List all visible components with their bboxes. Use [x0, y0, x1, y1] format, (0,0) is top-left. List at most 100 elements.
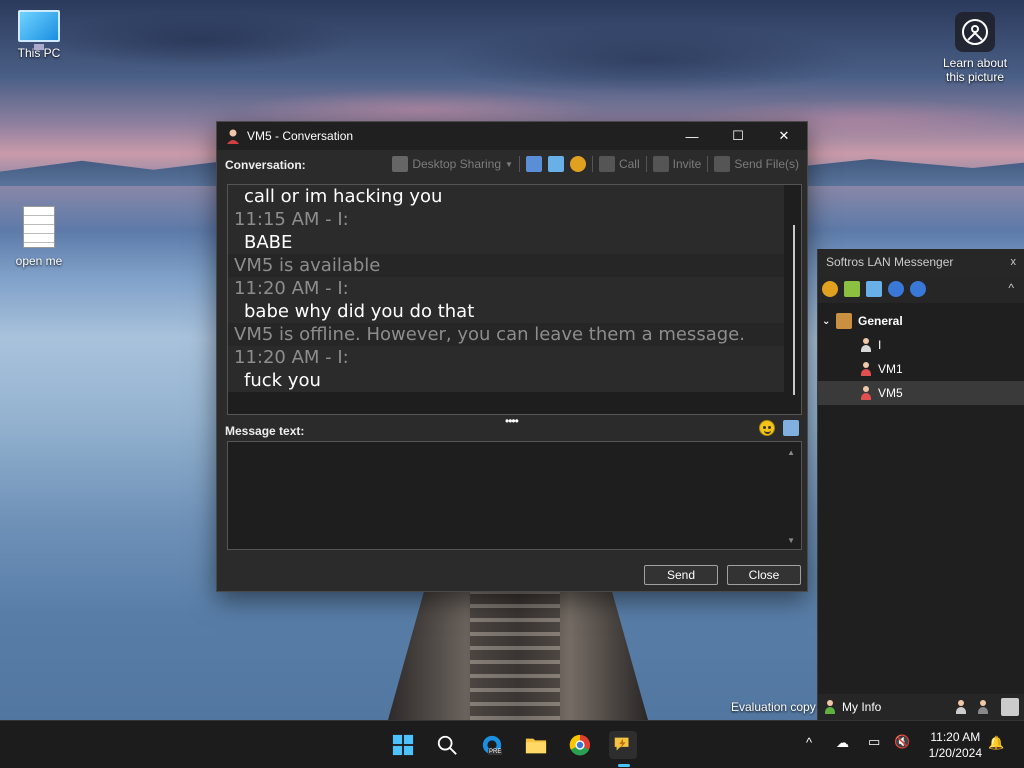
user-icon [860, 386, 872, 400]
messenger-lightning-icon [614, 737, 629, 751]
chevron-up-icon[interactable]: ^ [806, 735, 812, 750]
messenger-footer: My Info [818, 694, 1024, 720]
maximize-button[interactable]: ☐ [715, 122, 761, 150]
user-tree: ⌄ General I VM1 VM5 [818, 309, 1024, 405]
my-info-button[interactable]: My Info [842, 700, 881, 714]
emoji-icon[interactable] [759, 420, 775, 436]
group-label: General [858, 314, 903, 328]
settings-gear-icon[interactable] [822, 281, 838, 297]
invite-label: Invite [672, 157, 702, 171]
desktop-sharing-label: Desktop Sharing [412, 157, 502, 171]
search-button[interactable] [433, 731, 461, 759]
toolbar-separator [591, 156, 593, 172]
user-item-vm5[interactable]: VM5 [818, 381, 1024, 405]
wallpaper-pier-steps [470, 590, 560, 720]
active-app-indicator [618, 764, 630, 767]
status-away-icon[interactable] [977, 700, 989, 714]
settings-gear-icon[interactable] [569, 156, 586, 172]
onedrive-offline-icon[interactable]: ☁ [836, 735, 849, 751]
message-text-label: Message text: [225, 424, 305, 438]
window-title: VM5 - Conversation [247, 129, 354, 143]
chrome-icon [569, 734, 591, 756]
toolbar-separator [518, 156, 520, 172]
folder-icon [525, 738, 547, 754]
notification-bell-icon[interactable]: 🔔 [988, 735, 1004, 751]
learn-line-1: Learn about [942, 56, 1008, 70]
chevron-up-icon[interactable]: ^ [1008, 281, 1014, 295]
message-text: call or im hacking you [228, 185, 784, 208]
message-text: BABE [228, 231, 784, 254]
chevron-down-icon: ▼ [505, 159, 513, 169]
user-name: I [878, 338, 882, 352]
system-notice: VM5 is available [228, 254, 784, 277]
messenger-title: Softros LAN Messenger [826, 255, 954, 269]
learn-about-picture[interactable]: Learn about this picture [940, 12, 1010, 84]
clock-time: 11:20 AM [930, 730, 981, 744]
start-button[interactable] [389, 731, 417, 759]
call-button[interactable]: Call [598, 156, 640, 172]
status-online-icon[interactable] [955, 700, 967, 714]
message-text: fuck you [228, 369, 784, 392]
clock[interactable]: 11:20 AM 1/20/2024 [929, 729, 982, 761]
info-icon[interactable] [910, 281, 926, 297]
conversation-scrollbar[interactable] [793, 225, 795, 395]
pane-splitter[interactable]: •••• [505, 414, 519, 428]
messenger-close-button[interactable]: x [1011, 249, 1017, 275]
notes-icon[interactable] [866, 281, 882, 297]
help-icon[interactable] [888, 281, 904, 297]
monitor-icon [18, 10, 60, 50]
volume-muted-icon[interactable]: 🔇 [894, 734, 910, 750]
conversation-titlebar[interactable]: VM5 - Conversation — ☐ ✕ [217, 122, 807, 150]
call-label: Call [618, 157, 640, 171]
evaluation-copy-label: Evaluation copy [731, 700, 816, 714]
conversation-lines: call or im hacking you 11:15 AM - I: BABE V… [228, 185, 784, 392]
close-window-button[interactable]: ✕ [761, 122, 807, 150]
desktop-sharing-button[interactable]: Desktop Sharing ▼ [392, 156, 513, 172]
network-icon[interactable]: ▭ [868, 734, 880, 750]
system-notice: VM5 is offline. However, you can leave t… [228, 323, 784, 346]
conversation-label: Conversation: [225, 158, 306, 172]
send-files-button[interactable]: Send File(s) [714, 156, 799, 172]
user-item-vm1[interactable]: VM1 [818, 357, 1024, 381]
notes-icon[interactable] [547, 156, 564, 172]
edge-browser-button[interactable]: PRE [478, 731, 506, 759]
monitor-share-icon [392, 156, 409, 172]
minimize-button[interactable]: — [669, 122, 715, 150]
close-button[interactable]: Close [727, 565, 801, 585]
file-explorer-button[interactable] [522, 731, 550, 759]
desktop-icon-open-me[interactable]: open me [4, 206, 74, 268]
desktop-icon-label: open me [15, 254, 63, 268]
chevron-down-icon[interactable]: ⌄ [822, 316, 836, 327]
taskbar: PRE ^ ☁ ▭ 🔇 11:20 AM 1/20/2024 🔔 [0, 720, 1024, 768]
history-icon[interactable] [525, 156, 542, 172]
send-button[interactable]: Send [644, 565, 718, 585]
send-files-label: Send File(s) [734, 157, 799, 171]
camera-info-icon [955, 12, 995, 52]
message-header: 11:20 AM - I: [228, 277, 784, 300]
text-document-icon [23, 206, 55, 248]
invite-button[interactable]: Invite [652, 156, 702, 172]
message-input[interactable] [227, 441, 802, 550]
desktop-icon-this-pc[interactable]: This PC [4, 10, 74, 60]
video-camera-icon [598, 156, 615, 172]
group-general[interactable]: ⌄ General [818, 309, 1024, 333]
folder-icon[interactable] [844, 281, 860, 297]
invite-users-icon [652, 156, 669, 172]
messenger-titlebar[interactable]: Softros LAN Messenger x [818, 249, 1024, 275]
status-offline-icon[interactable] [1001, 698, 1019, 716]
softros-messenger-button[interactable] [609, 731, 637, 767]
conversation-history[interactable]: call or im hacking you 11:15 AM - I: BABE V… [227, 184, 802, 415]
search-icon [437, 735, 457, 755]
conversation-toolbar: Conversation: Desktop Sharing ▼ Call Inv… [217, 150, 807, 180]
messenger-panel: Softros LAN Messenger x ^ ⌄ General I VM1… [817, 249, 1024, 720]
user-icon [860, 338, 872, 352]
message-header: 11:20 AM - I: [228, 346, 784, 369]
user-item-i[interactable]: I [818, 333, 1024, 357]
chrome-button[interactable] [566, 731, 594, 759]
formatting-icon[interactable] [783, 420, 799, 436]
user-icon [860, 362, 872, 376]
group-users-icon [836, 313, 852, 329]
message-header: 11:15 AM - I: [228, 208, 784, 231]
scroll-up-arrow[interactable]: ▲ [787, 448, 795, 457]
scroll-down-arrow[interactable]: ▼ [787, 536, 795, 545]
